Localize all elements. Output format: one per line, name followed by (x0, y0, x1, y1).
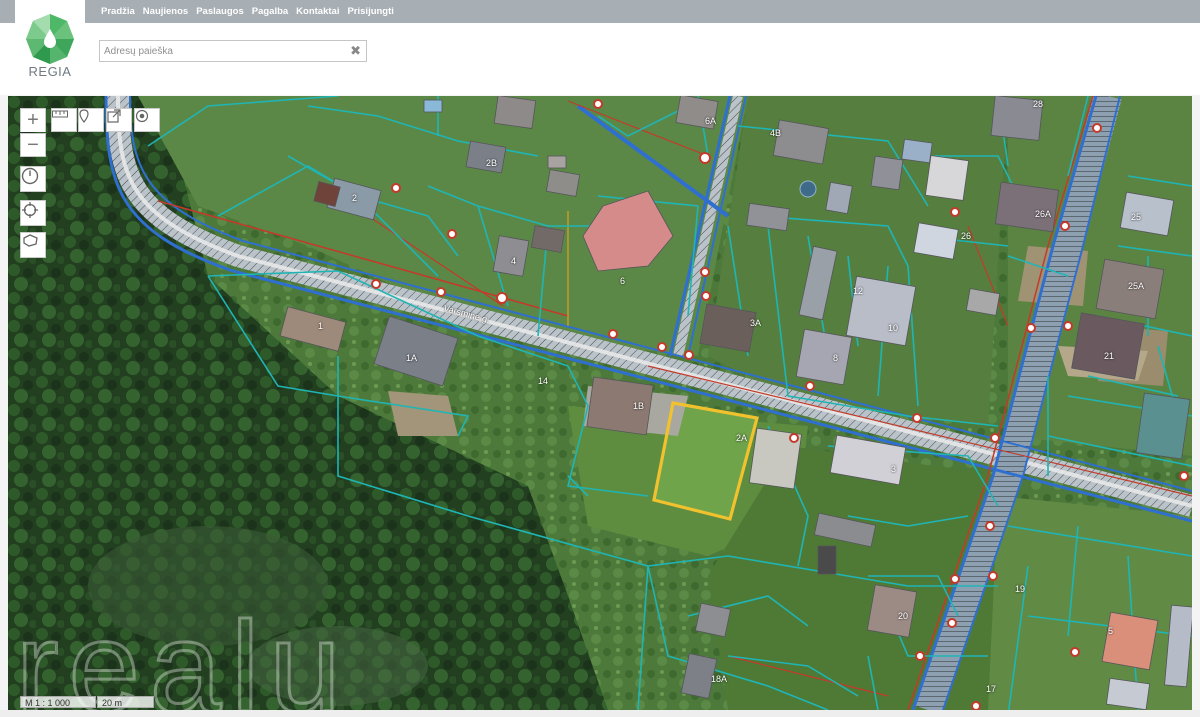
house-number-label: 1 (318, 321, 324, 331)
nav-naujienos[interactable]: Naujienos (143, 6, 188, 17)
zoom-out-button[interactable]: − (20, 133, 46, 157)
history-button[interactable] (20, 166, 46, 192)
minus-icon: − (27, 133, 39, 156)
nav-prisijungti[interactable]: Prisijungti (347, 6, 393, 17)
page-footer-strip (0, 710, 1200, 717)
house-number-label: 14 (538, 376, 549, 386)
clock-icon (21, 167, 39, 185)
house-number-label: 26 (961, 231, 972, 241)
page-header: ✖ (0, 23, 1200, 95)
house-number-label: 4 (511, 256, 517, 266)
house-number-label: 28 (1033, 99, 1044, 109)
house-number-label: 12 (853, 286, 864, 296)
target-button[interactable] (134, 108, 160, 132)
map-scale-ratio: M 1 : 1 000 (20, 696, 96, 708)
regia-logo-icon (26, 14, 74, 64)
address-search-input[interactable] (100, 41, 344, 62)
top-navigation-bar: Pradžia Naujienos Paslaugos Pagalba Kont… (0, 0, 1200, 23)
house-number-label: 8 (833, 353, 839, 363)
main-menu: Pradžia Naujienos Paslaugos Pagalba Kont… (101, 0, 394, 23)
house-number-label: 1B (633, 401, 645, 411)
house-number-label: 1A (406, 353, 418, 363)
export-button[interactable] (106, 108, 132, 132)
regia-logo[interactable]: REGIA (15, 0, 85, 95)
house-number-label: 2 (352, 193, 358, 203)
house-number-label: 3A (750, 318, 762, 328)
clear-search-icon[interactable]: ✖ (350, 43, 361, 59)
house-number-label: 20 (898, 611, 909, 621)
house-number-label: 18A (711, 674, 728, 684)
house-number-label: 25A (1128, 281, 1145, 291)
realu-watermark: realu (15, 595, 351, 711)
lasso-icon (23, 234, 38, 247)
nav-kontaktai[interactable]: Kontaktai (296, 6, 339, 17)
house-number-label: 26A (1035, 209, 1052, 219)
draw-area-button[interactable] (20, 232, 46, 258)
house-number-label: 17 (986, 684, 997, 694)
zoom-in-button[interactable]: + (20, 108, 46, 132)
external-link-icon (107, 109, 121, 123)
place-marker-button[interactable] (78, 108, 104, 132)
nav-pradzia[interactable]: Pradžia (101, 6, 135, 17)
house-number-label: 21 (1104, 351, 1115, 361)
plus-icon: + (27, 109, 39, 131)
nav-pagalba[interactable]: Pagalba (252, 6, 288, 17)
house-number-label: 2A (736, 433, 748, 443)
house-number-label: 5 (1108, 626, 1114, 636)
nav-paslaugos[interactable]: Paslaugos (196, 6, 244, 17)
map-viewport[interactable]: 2 2B 4 6 1 1A 14 1B 2A 3A 8 10 12 3 26 26A 25 21 25A 28 20 19… (8, 96, 1192, 710)
ruler-icon (52, 110, 68, 118)
house-number-label: 6A (705, 116, 717, 126)
address-search: ✖ (99, 40, 367, 62)
map-pin-icon (79, 109, 89, 123)
house-number-label: 19 (1015, 584, 1026, 594)
house-number-label: 4B (770, 128, 782, 138)
locate-button[interactable] (20, 200, 46, 226)
house-number-label: 2B (486, 158, 498, 168)
house-number-label: 6 (620, 276, 626, 286)
house-number-label: 25 (1131, 212, 1142, 222)
logo-text: REGIA (28, 64, 72, 79)
crosshair-icon (22, 202, 38, 218)
measure-button[interactable] (51, 108, 77, 132)
target-icon (135, 109, 149, 123)
house-number-label: 10 (888, 323, 899, 333)
house-number-label: 3 (891, 464, 897, 474)
map-scale-bar: 20 m (97, 696, 154, 708)
